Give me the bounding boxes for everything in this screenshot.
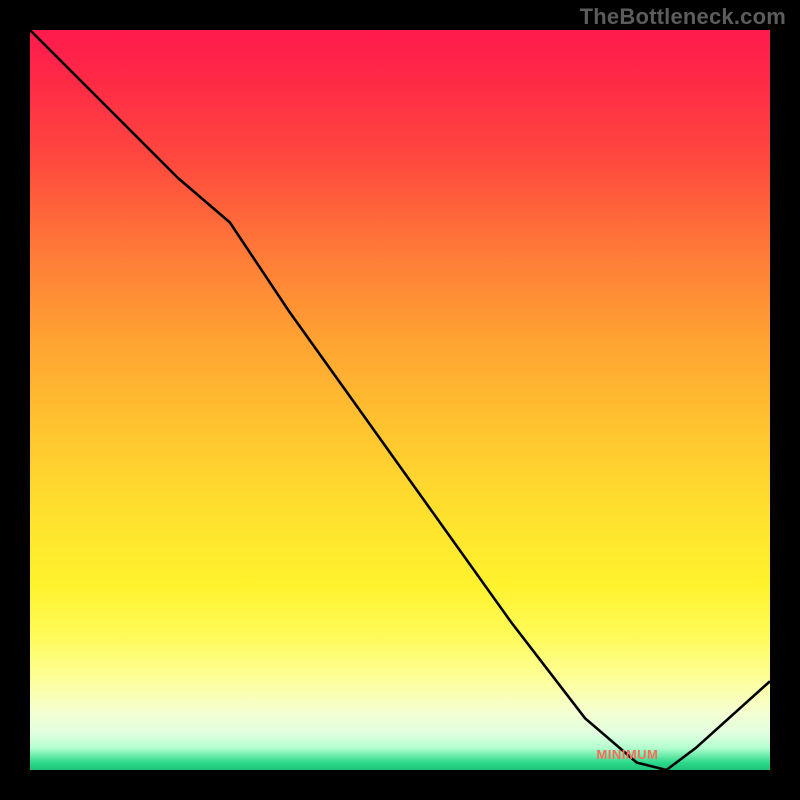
curve-path	[30, 30, 770, 770]
chart-frame: TheBottleneck.com MINIMUM	[0, 0, 800, 800]
plot-area: MINIMUM	[30, 30, 770, 770]
minimum-marker-label: MINIMUM	[596, 747, 658, 762]
watermark-text: TheBottleneck.com	[580, 4, 786, 30]
bottleneck-curve	[30, 30, 770, 770]
